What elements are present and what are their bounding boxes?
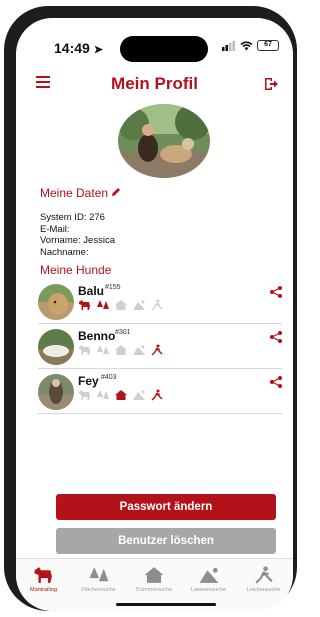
my-data-info: System ID: 276 E-Mail: Vorname: Jessica …	[40, 212, 115, 258]
dog-row-balu[interactable]: Balu #155	[38, 280, 282, 324]
house-icon	[144, 567, 163, 583]
trees-icon	[97, 345, 109, 354]
battery-icon: 67	[257, 40, 279, 51]
tab-truemmersuche[interactable]: Trümmersuche	[126, 565, 181, 593]
share-icon[interactable]	[270, 286, 282, 298]
house-icon	[115, 300, 127, 310]
email-line: E-Mail:	[40, 223, 70, 235]
tab-mantrailing[interactable]: Mantrailing	[16, 565, 71, 593]
page-title: Mein Profil	[111, 74, 198, 93]
dog-badges	[78, 299, 164, 311]
dog-name: Benno	[78, 329, 116, 343]
dynamic-island	[120, 36, 208, 62]
first-name-line: Vorname: Jessica	[40, 235, 115, 246]
dog-name: Fey	[78, 374, 99, 388]
dog-avatar-fey	[38, 374, 74, 410]
dog-id: #155	[105, 284, 121, 291]
header: Mein Profil	[16, 70, 293, 100]
screen: 14:49 ➤ 67 Mein Profil Meine Daten Syste…	[16, 18, 293, 611]
dog-icon	[79, 345, 90, 355]
dog-id: #301	[115, 329, 131, 336]
my-dogs-heading: Meine Hunde	[40, 263, 112, 277]
status-icons: 67	[222, 40, 279, 51]
profile-photo	[118, 104, 210, 178]
dog-row-benno[interactable]: Benno #301	[38, 325, 282, 369]
my-data-heading: Meine Daten	[40, 186, 121, 200]
dog-icon	[79, 390, 90, 400]
person-icon	[151, 344, 163, 356]
dog-row-fey[interactable]: Fey #403	[38, 370, 282, 414]
status-bar: 14:49 ➤ 67	[16, 18, 293, 62]
system-id-line: System ID: 276	[40, 212, 105, 223]
tab-lawinensuche[interactable]: Lawinensuche	[181, 565, 236, 593]
dog-badges	[78, 344, 164, 356]
dog-icon	[34, 567, 52, 583]
share-icon[interactable]	[270, 376, 282, 388]
avalanche-icon	[133, 300, 145, 310]
status-time: 14:49 ➤	[54, 40, 103, 56]
person-icon	[151, 389, 163, 401]
tab-label: Trümmersuche	[135, 587, 172, 593]
avalanche-icon	[133, 390, 145, 400]
person-icon	[151, 299, 163, 311]
tab-label: Mantrailing	[30, 587, 57, 593]
trees-icon	[89, 567, 108, 582]
tab-flaechensuche[interactable]: Flächensuche	[71, 565, 126, 593]
my-data-title: Meine Daten	[40, 186, 109, 200]
trees-icon	[97, 300, 109, 309]
dog-avatar-benno	[38, 329, 74, 365]
delete-user-button[interactable]: Benutzer löschen	[56, 528, 276, 554]
location-icon: ➤	[93, 44, 103, 56]
dog-id: #403	[101, 374, 117, 381]
dog-name: Balu	[78, 284, 105, 298]
avalanche-icon	[133, 345, 145, 355]
house-icon	[115, 345, 127, 355]
tab-label: Flächensuche	[81, 587, 116, 593]
wifi-icon	[240, 41, 253, 50]
dog-icon	[79, 300, 90, 310]
tab-label: Lawinensuche	[190, 587, 227, 593]
dog-badges	[78, 389, 164, 401]
share-icon[interactable]	[270, 331, 282, 343]
phone-frame: 14:49 ➤ 67 Mein Profil Meine Daten Syste…	[4, 6, 297, 611]
signal-icon	[222, 40, 235, 51]
person-icon	[254, 566, 273, 584]
dog-avatar-balu	[38, 284, 74, 320]
edit-pencil-icon[interactable]	[111, 187, 121, 197]
trees-icon	[97, 390, 109, 399]
home-indicator	[116, 603, 216, 606]
tab-bar: Mantrailing Flächensuche Trümmersuche La…	[16, 558, 293, 611]
time-text: 14:49	[54, 40, 90, 56]
house-icon	[115, 390, 127, 400]
last-name-line: Nachname:	[40, 246, 89, 258]
change-password-button[interactable]: Passwort ändern	[56, 494, 276, 520]
tab-leichensuche[interactable]: Leichensuche	[236, 565, 291, 593]
tab-label: Leichensuche	[246, 587, 281, 593]
logout-icon[interactable]	[263, 76, 279, 92]
avalanche-icon	[199, 567, 218, 583]
